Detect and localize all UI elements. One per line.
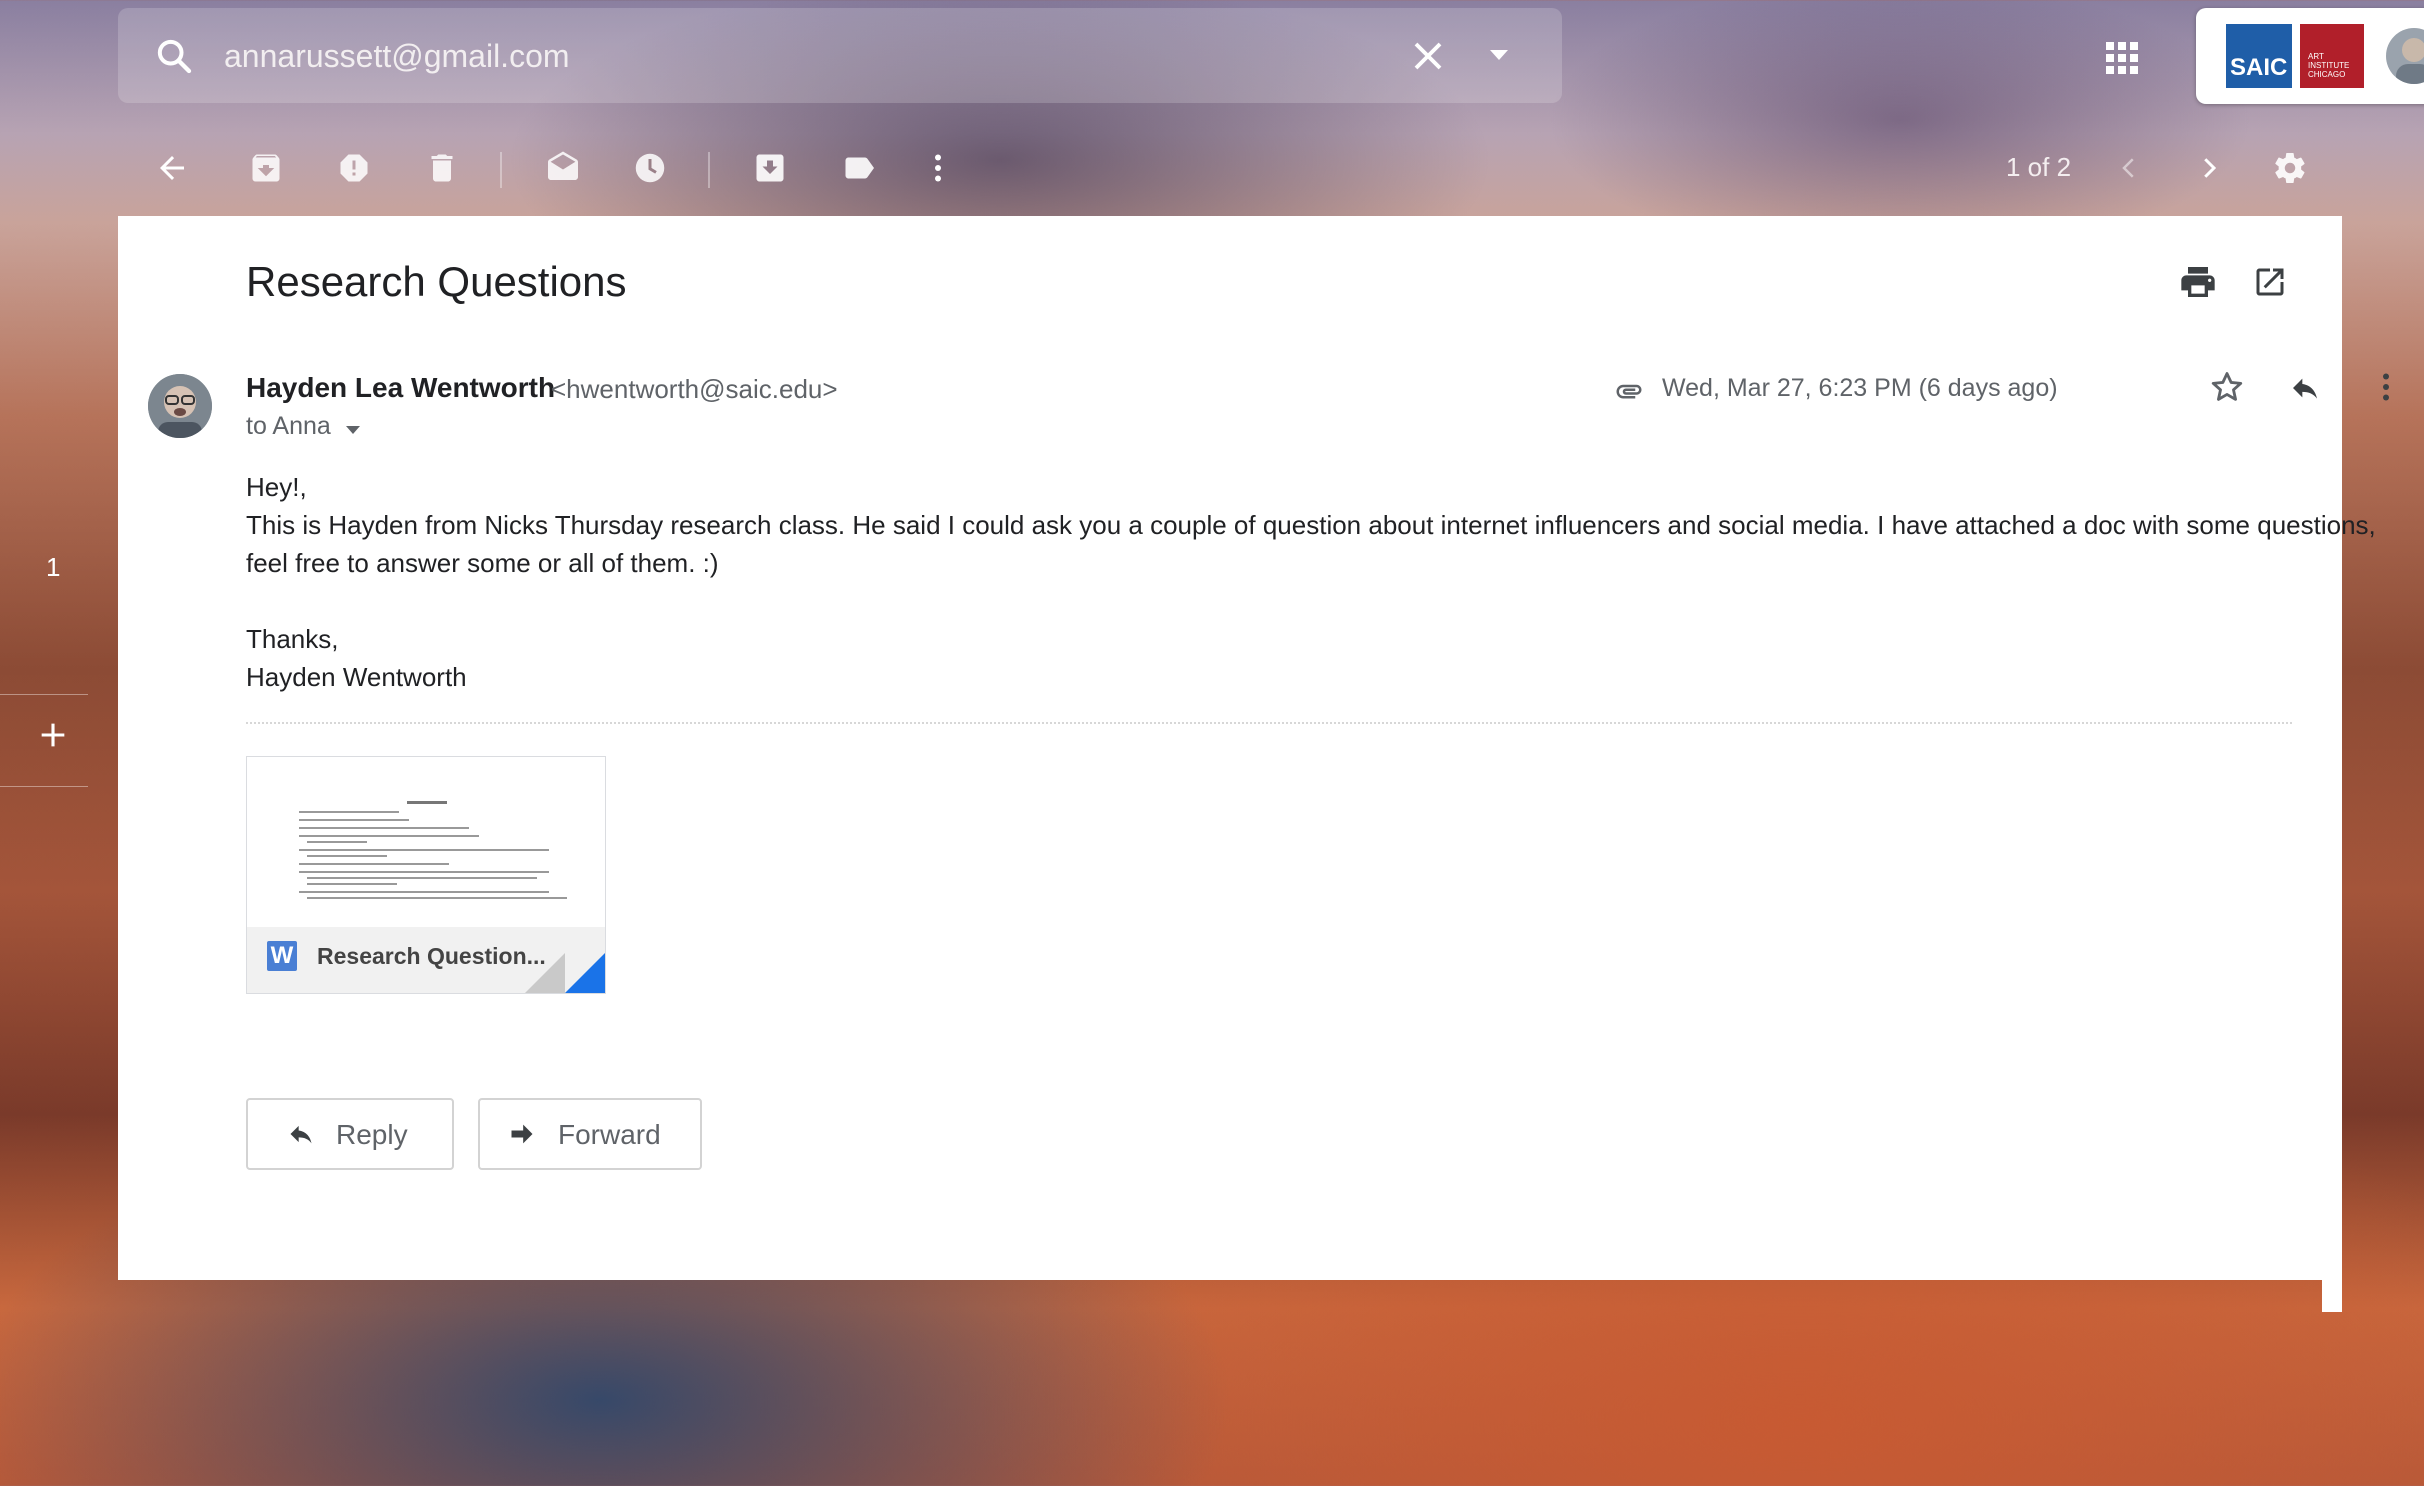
rail-divider [0, 694, 88, 695]
sender-avatar[interactable] [148, 374, 212, 438]
toolbar-divider [708, 152, 710, 188]
forward-label: Forward [558, 1119, 661, 1150]
paperclip-icon [1616, 384, 1642, 399]
reply-icon [290, 1125, 312, 1144]
reply-icon[interactable] [2286, 372, 2324, 404]
attachment-card[interactable]: W Research Question... [246, 756, 606, 994]
plus-icon[interactable] [36, 718, 70, 752]
mark-unread-icon[interactable] [544, 150, 582, 186]
rail-divider [0, 786, 88, 787]
snooze-clock-icon[interactable] [632, 150, 668, 186]
chevron-left-icon[interactable] [2114, 150, 2144, 186]
body-signature: Hayden Wentworth [246, 662, 467, 692]
print-icon[interactable] [2178, 262, 2218, 302]
attachment-name: Research Question... [317, 943, 546, 969]
art-institute-logo-text: ART INSTITUTE CHICAGO [2308, 52, 2350, 79]
word-document-icon: W [267, 941, 297, 971]
label-icon[interactable] [840, 150, 878, 186]
pagination-count: 1 of 2 [2006, 152, 2072, 182]
email-date: Wed, Mar 27, 6:23 PM (6 days ago) [1662, 374, 2058, 402]
recipient-details-caret-icon[interactable] [344, 424, 362, 436]
search-icon[interactable] [154, 36, 194, 76]
move-to-icon[interactable] [752, 150, 788, 186]
body-paragraph: This is Hayden from Nicks Thursday resea… [246, 510, 2376, 578]
open-in-new-window-icon[interactable] [2252, 264, 2288, 300]
email-subject: Research Questions [246, 258, 627, 305]
report-spam-icon[interactable] [336, 150, 372, 186]
gear-icon[interactable] [2272, 150, 2308, 186]
sender-name: Hayden Lea Wentworth [246, 372, 556, 403]
archive-icon[interactable] [248, 150, 284, 186]
caret-down-icon[interactable] [1488, 48, 1510, 62]
saic-logo: SAIC [2226, 24, 2292, 88]
account-avatar[interactable] [2386, 28, 2424, 84]
body-closing: Thanks, [246, 624, 339, 654]
chevron-right-icon[interactable] [2194, 150, 2224, 186]
page-fold [525, 953, 565, 993]
star-icon[interactable] [2208, 368, 2246, 406]
art-institute-logo: ART INSTITUTE CHICAGO [2300, 24, 2364, 88]
card-edge [2322, 1280, 2342, 1312]
account-switcher[interactable]: SAIC ART INSTITUTE CHICAGO [2196, 8, 2424, 104]
forward-arrow-icon [511, 1124, 533, 1144]
search-bar[interactable]: annarussett@gmail.com [118, 8, 1562, 103]
apps-grid-icon[interactable] [2104, 40, 2140, 76]
more-options-icon[interactable] [2368, 368, 2404, 406]
recipient-line: to Anna [246, 412, 331, 440]
reply-button[interactable]: Reply [246, 1098, 454, 1170]
attachments-divider [246, 722, 2292, 724]
email-card: Research Questions Hayden Lea Wentworth … [118, 216, 2389, 1280]
delete-icon[interactable] [424, 150, 460, 186]
saic-logo-text: SAIC [2230, 54, 2288, 81]
close-icon[interactable] [1410, 38, 1446, 74]
more-vertical-icon[interactable] [920, 150, 956, 186]
rail-unread-count: 1 [46, 552, 61, 582]
body-greeting: Hey!, [246, 472, 307, 502]
drive-corner-badge [565, 953, 605, 993]
reply-label: Reply [336, 1119, 408, 1150]
email-body: Hey!, This is Hayden from Nicks Thursday… [246, 468, 2386, 696]
toolbar-divider [500, 152, 502, 188]
sender-email: <hwentworth@saic.edu> [551, 374, 838, 404]
forward-button[interactable]: Forward [478, 1098, 702, 1170]
attachment-preview [247, 757, 605, 927]
back-arrow-icon[interactable] [154, 150, 190, 186]
search-input[interactable]: annarussett@gmail.com [224, 38, 570, 75]
